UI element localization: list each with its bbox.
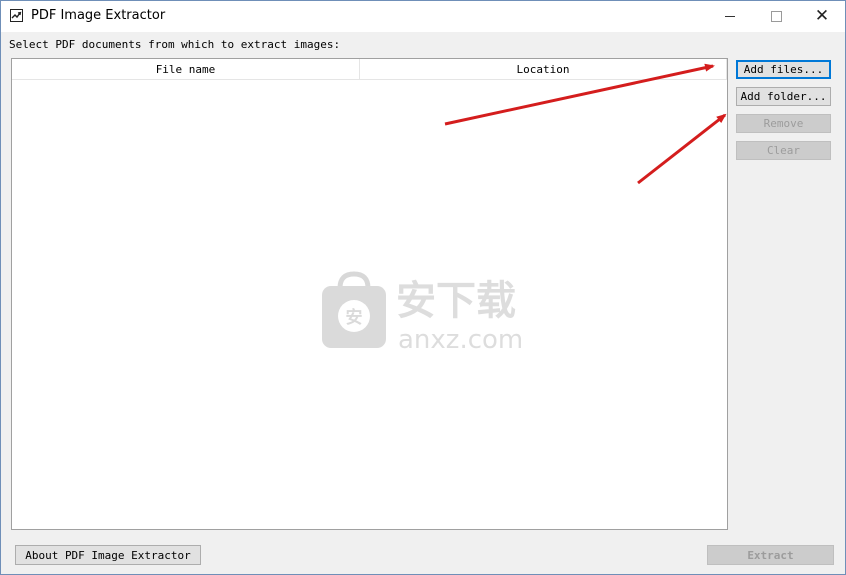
maximize-icon <box>770 11 782 22</box>
window-title: PDF Image Extractor <box>31 8 166 23</box>
about-button[interactable]: About PDF Image Extractor <box>15 545 201 565</box>
minimize-icon <box>725 16 735 17</box>
extract-button[interactable]: Extract <box>707 545 834 565</box>
minimize-button[interactable] <box>707 1 753 32</box>
app-window: PDF Image Extractor ✕ Select PDF documen… <box>0 0 846 575</box>
close-button[interactable]: ✕ <box>799 1 845 32</box>
close-icon: ✕ <box>814 6 830 26</box>
watermark-brand-cn: 安下载 <box>396 278 516 324</box>
title-bar[interactable]: PDF Image Extractor ✕ <box>1 1 845 32</box>
watermark: 安 安下载 anxz.com <box>322 271 523 354</box>
remove-button[interactable]: Remove <box>736 114 831 133</box>
list-header: File name Location <box>12 59 727 80</box>
add-files-button[interactable]: Add files... <box>736 60 831 79</box>
pdf-image-app-icon <box>10 9 23 22</box>
list-body[interactable]: 安 安下载 anxz.com <box>12 80 727 529</box>
watermark-bag-icon: 安 <box>322 271 386 348</box>
column-header-file-name[interactable]: File name <box>12 59 360 79</box>
svg-text:安: 安 <box>346 307 363 328</box>
instruction-label: Select PDF documents from which to extra… <box>9 38 341 51</box>
column-header-location[interactable]: Location <box>360 59 727 79</box>
watermark-domain: anxz.com <box>398 325 523 354</box>
maximize-button[interactable] <box>753 1 799 32</box>
clear-button[interactable]: Clear <box>736 141 831 160</box>
add-folder-button[interactable]: Add folder... <box>736 87 831 106</box>
document-list[interactable]: File name Location 安 安下载 anxz.com <box>11 58 728 530</box>
